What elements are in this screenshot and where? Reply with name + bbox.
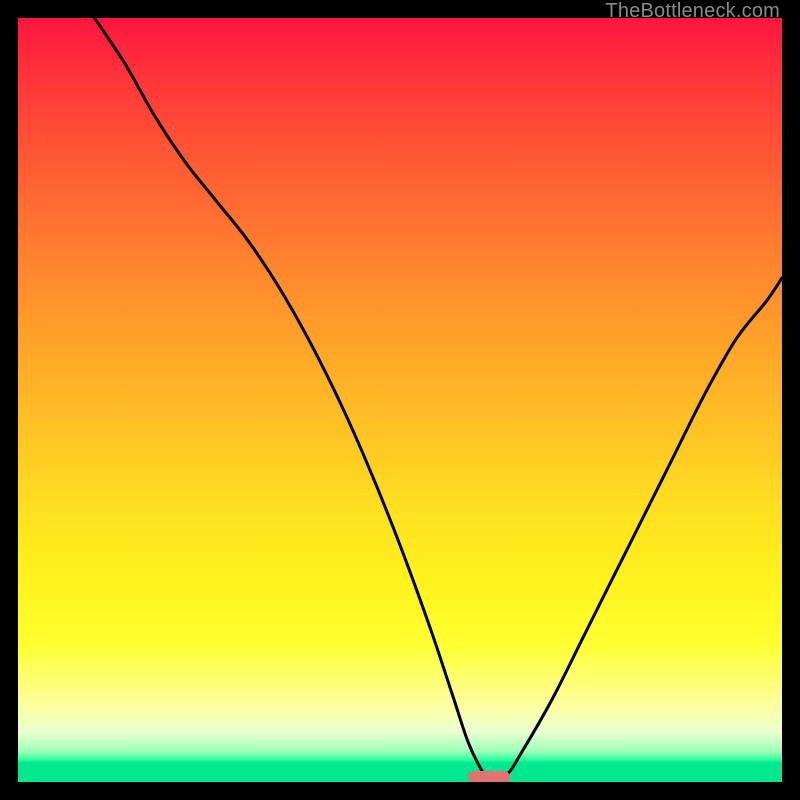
optimal-marker — [468, 771, 510, 782]
bottleneck-curve — [18, 18, 782, 782]
watermark-text: TheBottleneck.com — [605, 0, 780, 23]
chart-frame: TheBottleneck.com — [0, 0, 800, 800]
plot-area — [18, 18, 782, 782]
